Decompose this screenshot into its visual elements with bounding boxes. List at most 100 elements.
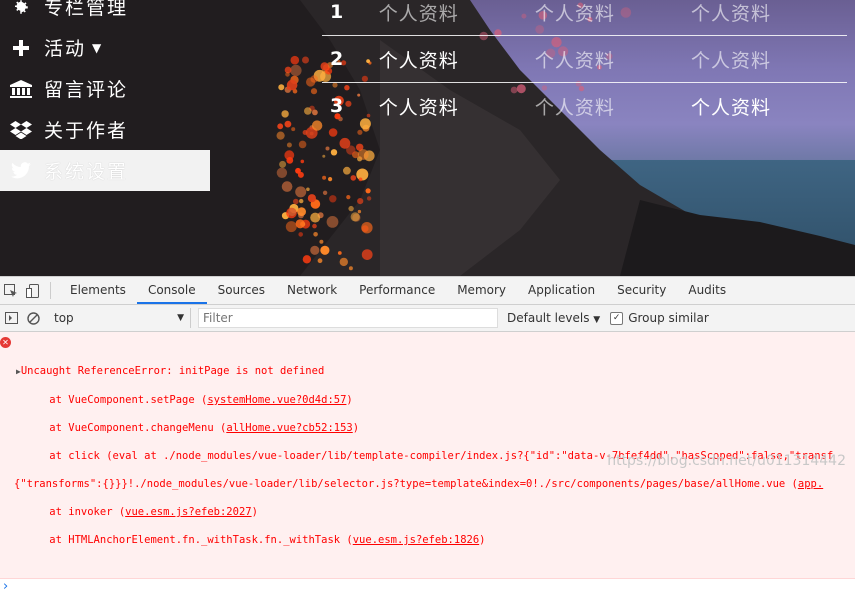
ember-particle <box>297 207 306 217</box>
ember-particle <box>288 207 297 217</box>
context-selector[interactable]: top ▼ <box>48 308 191 328</box>
ember-particle <box>322 154 326 158</box>
ember-particle <box>348 266 353 271</box>
source-link[interactable]: allHome.vue?cb52:153 <box>226 422 352 434</box>
ember-particle <box>328 177 333 182</box>
ember-particle <box>307 194 316 203</box>
console-filterbar: top ▼ Default levels ▼ ✓ Group similar <box>0 305 855 332</box>
stack-frame: at HTMLAnchorElement.fn._withTask.fn._wi… <box>0 533 855 547</box>
ember-particle <box>312 223 317 229</box>
sidebar-item-system-settings[interactable]: 系统设置 <box>0 150 210 191</box>
stack-frame-text: ) <box>346 394 353 406</box>
ember-particle <box>357 149 369 160</box>
sidebar: 专栏管理 活动 ▼ 留言评论 关于作者 系统设置 <box>0 0 210 191</box>
ember-particle <box>276 131 285 140</box>
ember-particle <box>322 175 327 180</box>
ember-particle <box>311 120 323 131</box>
ember-particle <box>279 160 287 168</box>
context-value: top <box>54 311 74 325</box>
ember-particle <box>299 198 304 204</box>
ember-particle <box>290 55 300 65</box>
stack-frame-text: at HTMLAnchorElement.fn._withTask.fn._wi… <box>49 534 353 546</box>
source-link[interactable]: systemHome.vue?0d4d:57 <box>207 394 346 406</box>
ember-particle <box>281 110 289 118</box>
gear-icon <box>2 0 40 16</box>
tab-sources[interactable]: Sources <box>207 277 276 304</box>
group-similar-checkbox[interactable]: ✓ Group similar <box>610 311 709 325</box>
source-link[interactable]: vue.esm.js?efeb:1826 <box>353 534 479 546</box>
stack-frame-text: at VueComponent.changeMenu ( <box>49 422 227 434</box>
ember-particle <box>286 142 292 148</box>
ember-particle <box>298 232 304 237</box>
ember-particle <box>346 195 351 200</box>
twitter-icon <box>2 162 40 179</box>
error-summary[interactable]: ▶Uncaught ReferenceError: initPage is no… <box>0 364 855 379</box>
table-cell: 个人资料 <box>378 2 459 25</box>
ember-particle <box>310 88 318 95</box>
ember-particle <box>356 168 369 181</box>
tab-memory[interactable]: Memory <box>446 277 517 304</box>
log-levels-label: Default levels <box>507 311 590 325</box>
stack-frame-text: at VueComponent.setPage ( <box>49 394 208 406</box>
console-filter-input[interactable] <box>198 308 498 328</box>
tab-application[interactable]: Application <box>517 277 606 304</box>
ember-particle <box>339 257 348 267</box>
clear-console-icon[interactable] <box>22 305 44 332</box>
ember-particle <box>302 56 309 64</box>
source-link[interactable]: vue.esm.js?efeb:2027 <box>125 506 251 518</box>
app-page: 专栏管理 活动 ▼ 留言评论 关于作者 系统设置 1 个人资料 个人资料 个人资… <box>0 0 855 276</box>
error-text: Uncaught ReferenceError: initPage is not… <box>20 365 325 377</box>
ember-particle <box>365 188 371 194</box>
tab-audits[interactable]: Audits <box>677 277 737 304</box>
ember-particle <box>298 140 307 149</box>
divider <box>50 282 51 299</box>
ember-particle <box>295 219 305 229</box>
plus-icon <box>2 39 40 57</box>
source-link[interactable]: app. <box>798 478 823 490</box>
ember-particle <box>304 107 312 115</box>
log-levels-dropdown[interactable]: Default levels ▼ <box>507 311 600 325</box>
tab-console[interactable]: Console <box>136 277 207 304</box>
table-cell: 个人资料 <box>534 96 615 119</box>
tab-security[interactable]: Security <box>606 277 677 304</box>
ember-particle <box>290 64 302 77</box>
stack-frame: {"transforms":{}}}!./node_modules/vue-lo… <box>0 477 855 491</box>
ember-particle <box>300 159 305 164</box>
stack-frame-text: at invoker ( <box>49 506 126 518</box>
ember-particle <box>320 245 330 255</box>
ember-particle <box>306 77 316 87</box>
sidebar-item-activity[interactable]: 活动 ▼ <box>0 27 210 68</box>
sidebar-item-label: 活动 <box>44 38 87 60</box>
ember-particle <box>325 146 330 151</box>
sidebar-item-column-management[interactable]: 专栏管理 <box>0 0 210 27</box>
row-number: 1 <box>330 1 344 23</box>
console-prompt[interactable]: › <box>0 579 855 597</box>
ember-particle <box>285 221 297 233</box>
bank-icon <box>2 79 40 98</box>
tab-performance[interactable]: Performance <box>348 277 446 304</box>
group-similar-label: Group similar <box>628 311 709 325</box>
ember-particle <box>295 167 301 174</box>
table-cell: 个人资料 <box>690 49 771 72</box>
ember-particle <box>319 239 324 244</box>
ember-particle <box>337 251 342 255</box>
device-toolbar-icon[interactable] <box>22 277 44 304</box>
ember-particle <box>322 190 328 195</box>
inspect-element-icon[interactable] <box>0 277 22 304</box>
ember-particle <box>361 249 373 260</box>
stack-frame-text: ) <box>251 506 258 518</box>
profile-table: 1 个人资料 个人资料 个人资料 2 个人资料 个人资料 个人资料 3 个人资料… <box>322 0 847 129</box>
ember-particle <box>302 255 312 264</box>
sidebar-item-label: 专栏管理 <box>44 0 129 19</box>
tab-elements[interactable]: Elements <box>59 277 137 304</box>
sidebar-item-comments[interactable]: 留言评论 <box>0 68 210 109</box>
tab-network[interactable]: Network <box>276 277 348 304</box>
sidebar-item-label: 关于作者 <box>44 120 129 142</box>
dropdown-arrow-icon: ▼ <box>177 313 184 323</box>
sidebar-item-about-author[interactable]: 关于作者 <box>0 109 210 150</box>
show-sidebar-icon[interactable] <box>0 305 22 332</box>
stack-frame: at VueComponent.changeMenu (allHome.vue?… <box>0 421 855 435</box>
sidebar-item-label: 系统设置 <box>44 161 129 183</box>
ember-particle <box>350 212 360 222</box>
ember-particle <box>310 212 321 223</box>
